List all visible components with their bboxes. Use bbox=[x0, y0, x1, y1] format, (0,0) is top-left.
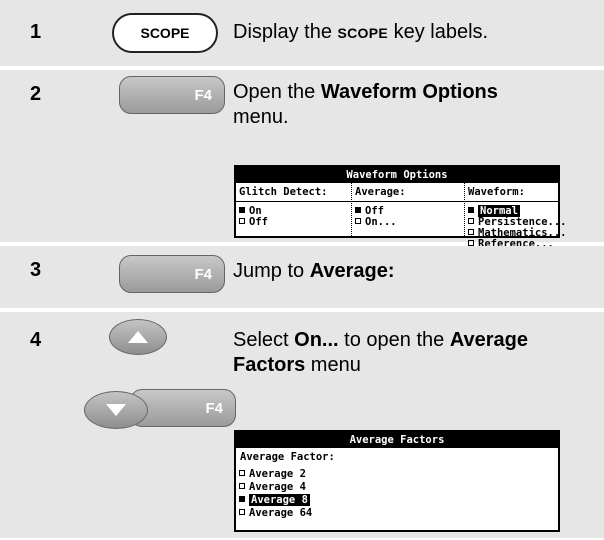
desc-text: Select bbox=[233, 329, 295, 351]
scope-key-label: SCOPE bbox=[337, 25, 389, 41]
f4-key-button[interactable]: F4 bbox=[119, 255, 225, 293]
f4-key-button[interactable]: F4 bbox=[119, 76, 225, 114]
option-label: Average 4 bbox=[249, 481, 306, 493]
unselected-marker-icon bbox=[239, 218, 245, 224]
column-header: Average Factor: bbox=[240, 451, 335, 463]
step-row-4: 4 F4 Select On... to open the Average Fa… bbox=[0, 312, 604, 538]
desc-text: menu bbox=[305, 354, 361, 376]
column-header: Glitch Detect: bbox=[236, 183, 351, 202]
step-row-1: 1 SCOPE Display the SCOPE key labels. bbox=[0, 0, 604, 66]
menu-title: Average Factors bbox=[236, 432, 558, 448]
option-label: Average 64 bbox=[249, 507, 313, 519]
triangle-down-icon bbox=[106, 404, 126, 416]
step-row-2: 2 F4 Open the Waveform Options menu. Wav… bbox=[0, 70, 604, 250]
option-average-4[interactable]: Average 4 bbox=[236, 481, 558, 494]
unselected-marker-icon bbox=[239, 470, 245, 476]
option-off[interactable]: Off bbox=[236, 217, 351, 228]
option-label: Off bbox=[249, 216, 268, 228]
selected-marker-icon bbox=[239, 496, 245, 502]
option-label: On... bbox=[365, 216, 397, 228]
up-arrow-key[interactable] bbox=[109, 319, 167, 355]
average-column: Average: Off On... bbox=[352, 183, 464, 236]
menu-name: Waveform Options bbox=[320, 81, 498, 103]
desc-text: Display the bbox=[233, 21, 338, 43]
step-number: 3 bbox=[30, 259, 42, 281]
option-average-8[interactable]: Average 8 bbox=[236, 494, 558, 507]
option-average-2[interactable]: Average 2 bbox=[236, 468, 558, 481]
unselected-marker-icon bbox=[468, 229, 474, 235]
desc-text: menu. bbox=[233, 106, 289, 128]
step-description: Open the Waveform Options menu. bbox=[233, 80, 563, 130]
waveform-options-menu: Waveform Options Glitch Detect: On Off A… bbox=[234, 165, 567, 250]
selected-marker-icon bbox=[239, 207, 245, 213]
column-header: Average: bbox=[352, 183, 464, 202]
selected-marker-icon bbox=[468, 207, 474, 213]
step-number: 4 bbox=[30, 329, 42, 351]
menu-title: Waveform Options bbox=[236, 167, 558, 183]
step-description: Jump to Average: bbox=[233, 259, 395, 284]
step-description: Display the SCOPE key labels. bbox=[233, 20, 488, 46]
triangle-up-icon bbox=[128, 331, 148, 343]
selected-marker-icon bbox=[355, 207, 361, 213]
unselected-marker-icon bbox=[468, 218, 474, 224]
option-average-64[interactable]: Average 64 bbox=[236, 507, 558, 520]
option-on[interactable]: On... bbox=[352, 217, 464, 228]
column-header: Waveform: bbox=[465, 183, 558, 202]
menu-item-name: Average: bbox=[309, 260, 395, 282]
down-arrow-key[interactable] bbox=[84, 391, 148, 429]
unselected-marker-icon bbox=[239, 509, 245, 515]
desc-text: Jump to bbox=[233, 260, 310, 282]
unselected-marker-icon bbox=[355, 218, 361, 224]
desc-text: to open the bbox=[338, 329, 450, 351]
instruction-table: 1 SCOPE Display the SCOPE key labels. 2 … bbox=[0, 0, 604, 540]
desc-text: Open the bbox=[233, 81, 321, 103]
desc-text: key labels. bbox=[388, 21, 489, 43]
option-label: Average 8 bbox=[249, 494, 310, 506]
step-row-3: 3 F4 Jump to Average: bbox=[0, 246, 604, 308]
glitch-detect-column: Glitch Detect: On Off bbox=[236, 183, 351, 236]
unselected-marker-icon bbox=[239, 483, 245, 489]
step-number: 1 bbox=[30, 21, 42, 43]
average-factors-menu: Average Factors Average Factor: Average … bbox=[234, 430, 560, 532]
option-name: On... bbox=[294, 329, 339, 351]
option-label: Average 2 bbox=[249, 468, 306, 480]
step-description: Select On... to open the Average Factors… bbox=[233, 328, 593, 378]
scope-key-button[interactable]: SCOPE bbox=[112, 13, 218, 53]
waveform-column: Waveform: Normal Persistence... Mathemat… bbox=[465, 183, 567, 250]
step-number: 2 bbox=[30, 83, 42, 105]
